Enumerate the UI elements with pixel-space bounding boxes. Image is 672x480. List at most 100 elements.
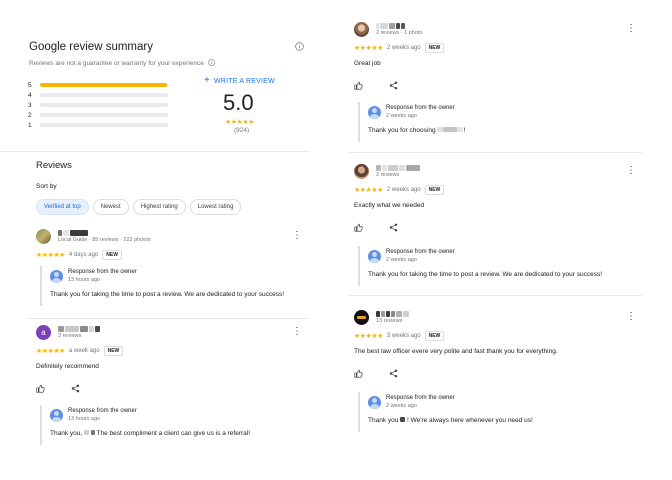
review-stars: ★★★★★ xyxy=(354,187,383,194)
rating-row-5[interactable]: 5 xyxy=(28,80,178,90)
reviewer-avatar[interactable] xyxy=(354,310,369,325)
review-text: Definitely recommend xyxy=(36,363,99,370)
reviewer-avatar[interactable] xyxy=(36,229,51,244)
more-options-icon[interactable]: ⋮ xyxy=(626,166,636,176)
reviewer-meta: Local Guide · 85 reviews · 222 photos xyxy=(58,237,151,243)
owner-response-text: Thank you for taking the time to post a … xyxy=(368,271,602,278)
rating-label: 3 xyxy=(28,101,32,109)
review-rating-line: ★★★★★ a week ago NEW xyxy=(36,346,124,356)
review-time: a week ago xyxy=(68,348,100,354)
info-icon[interactable] xyxy=(295,42,304,51)
review-divider xyxy=(348,152,642,153)
review-stars: ★★★★★ xyxy=(36,348,65,355)
review-stars: ★★★★★ xyxy=(354,45,383,52)
reviewer-avatar[interactable]: a xyxy=(36,325,51,340)
owner-text-part: ! We're always here whenever you need us… xyxy=(406,417,533,424)
owner-text-part: The best compliment a client can give us… xyxy=(96,430,251,437)
share-icon[interactable] xyxy=(389,223,398,232)
rating-row-4[interactable]: 4 xyxy=(28,90,178,100)
reviewer-avatar[interactable] xyxy=(354,22,369,37)
review-actions xyxy=(354,223,398,232)
rating-row-3[interactable]: 3 xyxy=(28,100,178,110)
share-icon[interactable] xyxy=(389,369,398,378)
reviewer-name-redacted[interactable] xyxy=(376,23,405,29)
review-actions xyxy=(36,384,80,393)
redacted-name xyxy=(83,430,89,435)
reviewer-avatar[interactable] xyxy=(354,164,369,179)
review-summary-title: Google review summary xyxy=(29,41,153,53)
sort-chip-lowest[interactable]: Lowest rating xyxy=(189,199,242,215)
review-time: 3 weeks ago xyxy=(386,333,421,339)
owner-response-time: 13 hours ago xyxy=(68,277,101,283)
more-options-icon[interactable]: ⋮ xyxy=(292,327,302,337)
rating-label: 5 xyxy=(28,81,32,89)
thumbs-up-icon[interactable] xyxy=(354,81,363,90)
rating-row-1[interactable]: 1 xyxy=(28,120,178,130)
reviewer-name-redacted[interactable] xyxy=(58,326,100,332)
review-text: Great job xyxy=(354,60,381,67)
review-rating-line: ★★★★★ 2 weeks ago NEW xyxy=(354,185,445,195)
disclaimer-info-icon[interactable] xyxy=(207,59,215,66)
more-options-icon[interactable]: ⋮ xyxy=(626,312,636,322)
rating-label: 2 xyxy=(28,111,32,119)
review-time: 2 weeks ago xyxy=(386,45,421,51)
owner-response-title: Response from the owner xyxy=(386,249,455,255)
reviewer-name-redacted[interactable] xyxy=(376,311,409,317)
write-review-button[interactable]: + WRITE A REVIEW xyxy=(204,76,275,86)
review-divider xyxy=(348,295,642,296)
new-badge: NEW xyxy=(103,346,124,356)
sort-chip-verified[interactable]: Verified at top xyxy=(36,199,89,215)
share-icon[interactable] xyxy=(71,384,80,393)
review-card: 2 reviews ⋮ ★★★★★ 2 weeks ago NEW Exactl… xyxy=(354,164,636,290)
owner-response: Response from the owner 13 hours ago Tha… xyxy=(40,266,298,306)
review-stars: ★★★★★ xyxy=(36,252,65,259)
rating-label: 4 xyxy=(28,91,32,99)
new-badge: NEW xyxy=(424,185,445,195)
share-icon[interactable] xyxy=(389,81,398,90)
owner-response-text: Thank you ! We're always here whenever y… xyxy=(368,417,533,424)
owner-response: Response from the owner 2 weeks ago Than… xyxy=(358,392,632,432)
more-options-icon[interactable]: ⋮ xyxy=(292,231,302,241)
owner-avatar xyxy=(368,106,381,119)
sort-chip-highest[interactable]: Highest rating xyxy=(132,199,186,215)
rating-row-2[interactable]: 2 xyxy=(28,110,178,120)
more-options-icon[interactable]: ⋮ xyxy=(626,24,636,34)
review-card: Local Guide · 85 reviews · 222 photos ⋮ … xyxy=(36,229,302,309)
redacted-name xyxy=(90,430,95,435)
review-card: 2 reviews · 1 photo ⋮ ★★★★★ 2 weeks ago … xyxy=(354,22,636,148)
redacted-name xyxy=(400,417,406,422)
reviewer-meta: 2 reviews xyxy=(376,172,400,178)
reviewer-name-redacted[interactable] xyxy=(58,230,88,236)
review-card: 13 reviews ⋮ ★★★★★ 3 weeks ago NEW The b… xyxy=(354,310,636,436)
owner-response-time: 2 weeks ago xyxy=(386,257,417,263)
thumbs-up-icon[interactable] xyxy=(36,384,45,393)
rating-bar-track xyxy=(40,93,168,97)
sort-by-label: Sort by xyxy=(36,183,57,190)
thumbs-up-icon[interactable] xyxy=(354,369,363,378)
new-badge: NEW xyxy=(424,331,445,341)
review-actions xyxy=(354,369,398,378)
owner-avatar xyxy=(50,270,63,283)
thumbs-up-icon[interactable] xyxy=(354,223,363,232)
owner-response-title: Response from the owner xyxy=(68,269,137,275)
reviewer-meta: 3 reviews xyxy=(58,333,82,339)
rating-bar-track xyxy=(40,113,168,117)
section-divider xyxy=(0,151,310,152)
new-badge: NEW xyxy=(102,250,122,260)
reviewer-name-redacted[interactable] xyxy=(376,165,420,171)
review-time: 4 days ago xyxy=(68,252,99,258)
review-count: (924) xyxy=(234,127,250,134)
owner-response-text: Thank you for taking the time to post a … xyxy=(50,291,284,298)
owner-avatar xyxy=(368,396,381,409)
rating-bar-track xyxy=(40,83,168,87)
sort-chip-newest[interactable]: Newest xyxy=(92,199,129,215)
rating-label: 1 xyxy=(28,121,32,129)
column-divider xyxy=(332,0,333,480)
review-summary-disclaimer: Reviews are not a guarantee or warranty … xyxy=(29,59,215,67)
owner-response-time: 13 hours ago xyxy=(68,416,101,422)
owner-response: Response from the owner 13 hours ago Tha… xyxy=(40,405,298,445)
review-rating-line: ★★★★★ 3 weeks ago NEW xyxy=(354,331,445,341)
right-column: 2 reviews · 1 photo ⋮ ★★★★★ 2 weeks ago … xyxy=(348,0,642,480)
rating-distribution: 5 4 3 2 1 xyxy=(28,80,178,130)
owner-response: Response from the owner 2 weeks ago Than… xyxy=(358,102,632,142)
